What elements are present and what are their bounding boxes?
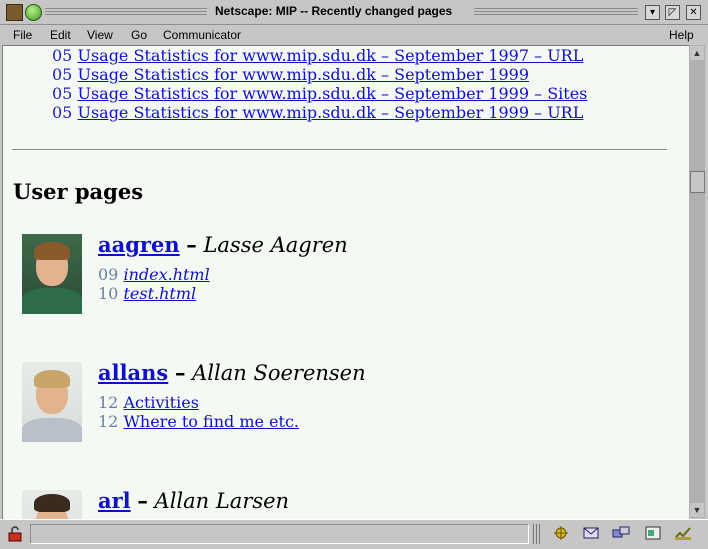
- discussion-icon[interactable]: [612, 525, 630, 541]
- user-heading: arl – Allan Larsen: [98, 488, 289, 513]
- file-number: 12: [98, 393, 119, 412]
- green-status-icon: [25, 4, 42, 21]
- title-bar[interactable]: Netscape: MIP -- Recently changed pages …: [0, 0, 708, 25]
- file-number: 12: [98, 412, 119, 431]
- stat-number: 05: [52, 65, 73, 84]
- avatar: [22, 234, 82, 314]
- list-item: 12 Activities: [98, 393, 199, 412]
- user-full-name: Allan Larsen: [154, 489, 290, 513]
- list-item: 05 Usage Statistics for www.mip.sdu.dk –…: [52, 84, 587, 103]
- file-number: 09: [98, 265, 119, 284]
- menu-file[interactable]: File: [13, 28, 32, 42]
- avatar: [22, 490, 82, 519]
- menu-help[interactable]: Help: [669, 28, 694, 42]
- stat-number: 05: [52, 46, 73, 65]
- user-login-link[interactable]: arl: [98, 488, 131, 513]
- status-text: [30, 524, 529, 544]
- list-item: 12 Where to find me etc.: [98, 412, 299, 431]
- window-title: Netscape: MIP -- Recently changed pages: [215, 4, 453, 18]
- vertical-scrollbar[interactable]: ▲ ▼: [689, 45, 705, 518]
- list-item: 05 Usage Statistics for www.mip.sdu.dk –…: [52, 65, 529, 84]
- page-content: 05 Usage Statistics for www.mip.sdu.dk –…: [2, 45, 689, 519]
- file-link[interactable]: index.html: [123, 265, 209, 284]
- title-grip-right: [474, 7, 638, 17]
- netscape-window-icon[interactable]: [6, 4, 23, 21]
- list-item: 10 test.html: [98, 284, 196, 303]
- horizontal-rule: [12, 149, 667, 151]
- stat-link[interactable]: Usage Statistics for www.mip.sdu.dk – Se…: [77, 103, 583, 122]
- user-login-link[interactable]: aagren: [98, 232, 180, 257]
- menu-go[interactable]: Go: [131, 28, 147, 42]
- scroll-down-icon[interactable]: ▼: [690, 503, 704, 517]
- name-separator: –: [174, 360, 186, 385]
- stat-link[interactable]: Usage Statistics for www.mip.sdu.dk – Se…: [77, 46, 583, 65]
- file-number: 10: [98, 284, 119, 303]
- stat-number: 05: [52, 84, 73, 103]
- status-bar: [0, 519, 708, 549]
- stat-number: 05: [52, 103, 73, 122]
- maximize-icon[interactable]: ◸: [665, 5, 680, 20]
- list-item: 05 Usage Statistics for www.mip.sdu.dk –…: [52, 46, 583, 65]
- title-grip-left: [45, 7, 207, 17]
- list-item: 09 index.html: [98, 265, 210, 284]
- scroll-thumb[interactable]: [690, 171, 705, 193]
- section-heading: User pages: [13, 179, 144, 204]
- composer-icon[interactable]: [644, 525, 662, 541]
- menu-bar: File Edit View Go Communicator Help: [0, 25, 708, 45]
- avatar: [22, 362, 82, 442]
- close-icon[interactable]: ✕: [686, 5, 701, 20]
- security-icon[interactable]: [674, 525, 692, 541]
- user-heading: allans – Allan Soerensen: [98, 360, 366, 385]
- lock-icon[interactable]: [6, 526, 24, 542]
- name-separator: –: [186, 232, 197, 257]
- file-link[interactable]: Activities: [123, 393, 198, 412]
- file-link[interactable]: Where to find me etc.: [123, 412, 299, 431]
- user-heading: aagren – Lasse Aagren: [98, 232, 348, 257]
- stat-link[interactable]: Usage Statistics for www.mip.sdu.dk – Se…: [77, 65, 529, 84]
- mail-icon[interactable]: [582, 525, 600, 541]
- list-item: 05 Usage Statistics for www.mip.sdu.dk –…: [52, 103, 583, 122]
- scroll-up-icon[interactable]: ▲: [690, 46, 704, 60]
- menu-communicator[interactable]: Communicator: [163, 28, 241, 42]
- menu-view[interactable]: View: [87, 28, 113, 42]
- user-full-name: Lasse Aagren: [203, 233, 348, 257]
- user-login-link[interactable]: allans: [98, 360, 168, 385]
- stat-link[interactable]: Usage Statistics for www.mip.sdu.dk – Se…: [77, 84, 587, 103]
- menu-edit[interactable]: Edit: [50, 28, 71, 42]
- minimize-icon[interactable]: ▾: [645, 5, 660, 20]
- file-link[interactable]: test.html: [123, 284, 196, 303]
- name-separator: –: [137, 488, 148, 513]
- navigator-icon[interactable]: [552, 525, 570, 541]
- component-bar-grip[interactable]: [533, 524, 542, 544]
- user-full-name: Allan Soerensen: [192, 361, 366, 385]
